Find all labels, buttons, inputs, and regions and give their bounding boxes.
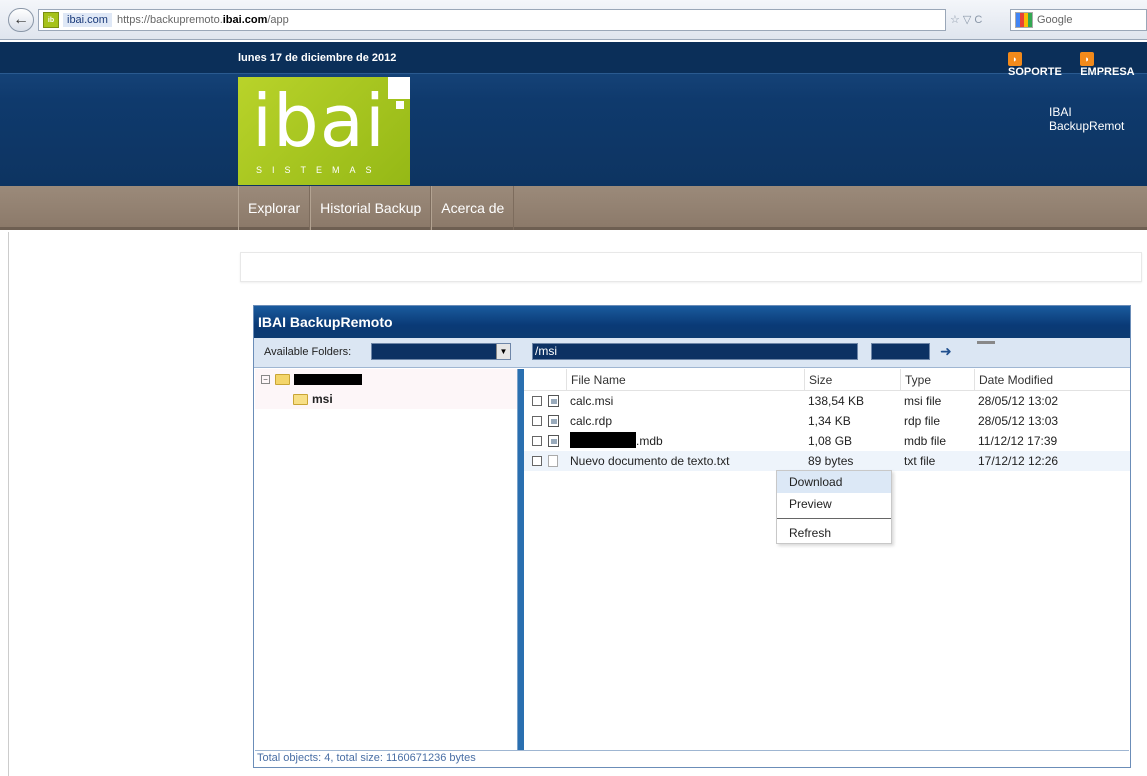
nav-acerca-de[interactable]: Acerca de bbox=[431, 186, 515, 230]
logo-word: ibai bbox=[252, 79, 386, 163]
menu-refresh[interactable]: Refresh bbox=[777, 522, 891, 544]
header-select bbox=[524, 369, 566, 391]
file-name: calc.msi bbox=[570, 394, 614, 408]
redacted-block bbox=[570, 432, 636, 448]
folder-select[interactable]: ▼ bbox=[371, 343, 511, 360]
folder-icon bbox=[275, 373, 290, 385]
company-link[interactable]: ◗EMPRESA bbox=[1080, 51, 1147, 78]
column-size[interactable]: Size bbox=[804, 368, 900, 391]
status-bar: Total objects: 4, total size: 1160671236… bbox=[255, 750, 1129, 766]
tree-node-msi[interactable]: msi bbox=[255, 389, 517, 409]
file-row[interactable]: calc.rdp 1,34 KB rdp file 28/05/12 13:03 bbox=[524, 411, 1130, 431]
logo-corner-small bbox=[396, 101, 404, 109]
file-date: 28/05/12 13:03 bbox=[978, 414, 1059, 428]
row-checkbox[interactable] bbox=[532, 416, 542, 426]
site-header: lunes 17 de diciembre de 2012 ◗SOPORTE ◗… bbox=[0, 42, 1147, 186]
collapse-icon[interactable]: − bbox=[261, 374, 270, 384]
file-name: calc.rdp bbox=[570, 414, 613, 428]
backup-panel: IBAI BackupRemoto Available Folders: ▼ /… bbox=[253, 305, 1131, 768]
file-date: 17/12/12 12:26 bbox=[978, 454, 1059, 468]
nav-historial-backup[interactable]: Historial Backup bbox=[310, 186, 432, 230]
text-file-icon bbox=[548, 455, 558, 467]
row-checkbox[interactable] bbox=[532, 436, 542, 446]
current-date: lunes 17 de diciembre de 2012 bbox=[238, 52, 397, 64]
file-size: 138,54 KB bbox=[808, 394, 865, 408]
row-checkbox[interactable] bbox=[532, 456, 542, 466]
dropdown-arrow-icon[interactable]: ▼ bbox=[496, 344, 510, 359]
site-favicon-icon: ib bbox=[43, 12, 59, 28]
support-link[interactable]: ◗SOPORTE bbox=[1008, 51, 1074, 78]
file-list-header: File Name Size Type Date Modified bbox=[524, 368, 1130, 391]
url-text: https://backupremoto.ibai.com/app bbox=[116, 14, 289, 26]
file-type: txt file bbox=[904, 454, 936, 468]
tree-node-label: msi bbox=[312, 392, 333, 406]
column-type[interactable]: Type bbox=[900, 368, 974, 391]
tree-node-root[interactable]: − bbox=[255, 369, 517, 389]
google-icon[interactable] bbox=[1015, 12, 1033, 28]
rss-icon: ◗ bbox=[1080, 52, 1095, 66]
menu-separator bbox=[777, 518, 891, 519]
row-checkbox[interactable] bbox=[532, 396, 542, 406]
file-type: msi file bbox=[904, 394, 942, 408]
folder-tree: − msi bbox=[255, 369, 517, 751]
date-strip: lunes 17 de diciembre de 2012 ◗SOPORTE ◗… bbox=[0, 42, 1147, 78]
file-date: 11/12/12 17:39 bbox=[978, 434, 1058, 448]
nav-explorar[interactable]: Explorar bbox=[238, 186, 311, 230]
bookmark-reload-icons[interactable]: ☆ ▽ C bbox=[950, 13, 982, 26]
left-border bbox=[8, 232, 9, 776]
panel-toolbar: Available Folders: ▼ /msi ➜ bbox=[254, 338, 1130, 368]
file-date: 28/05/12 13:02 bbox=[978, 394, 1059, 408]
file-type: mdb file bbox=[904, 434, 947, 448]
file-size: 1,34 KB bbox=[808, 414, 851, 428]
file-size: 1,08 GB bbox=[808, 434, 853, 448]
file-icon bbox=[548, 415, 559, 427]
top-links: ◗SOPORTE ◗EMPRESA bbox=[1008, 51, 1147, 78]
file-name: .mdb bbox=[636, 434, 663, 448]
file-icon bbox=[548, 435, 559, 447]
go-arrow-icon[interactable]: ➜ bbox=[940, 343, 952, 360]
file-name-redacted: .mdb bbox=[566, 431, 804, 451]
pane-splitter[interactable] bbox=[517, 369, 524, 751]
back-arrow-icon: ← bbox=[13, 11, 29, 28]
file-row[interactable]: .mdb 1,08 GB mdb file 11/12/12 17:39 bbox=[524, 431, 1130, 451]
address-bar[interactable]: ib ibai.com https://backupremoto.ibai.co… bbox=[38, 9, 946, 31]
file-icon bbox=[548, 395, 559, 407]
content-top-bar bbox=[240, 252, 1142, 282]
file-type: rdp file bbox=[904, 414, 941, 428]
context-menu: Download Preview Refresh bbox=[776, 470, 892, 544]
column-date-modified[interactable]: Date Modified bbox=[974, 368, 1124, 391]
redacted-folder-name bbox=[294, 373, 362, 385]
ibai-logo[interactable]: ibai SISTEMAS bbox=[238, 77, 410, 185]
logo-corner bbox=[388, 77, 410, 99]
column-file-name[interactable]: File Name bbox=[566, 368, 804, 391]
main-nav: Explorar Historial Backup Acerca de bbox=[0, 186, 1147, 230]
file-size: 89 bytes bbox=[808, 454, 854, 468]
rss-icon: ◗ bbox=[1008, 52, 1022, 66]
site-identity[interactable]: ibai.com bbox=[63, 13, 112, 27]
file-row-selected[interactable]: Nuevo documento de texto.txt 89 bytes tx… bbox=[524, 451, 1130, 471]
file-name: Nuevo documento de texto.txt bbox=[570, 454, 730, 468]
search-box[interactable]: Google bbox=[1010, 9, 1147, 31]
logo-subtitle: SISTEMAS bbox=[256, 165, 382, 175]
file-row[interactable]: calc.msi 138,54 KB msi file 28/05/12 13:… bbox=[524, 391, 1130, 411]
search-placeholder: Google bbox=[1037, 14, 1073, 26]
path-input[interactable]: /msi bbox=[532, 343, 858, 360]
panel-title: IBAI BackupRemoto bbox=[254, 306, 1130, 338]
browser-toolbar: ← ib ibai.com https://backupremoto.ibai.… bbox=[0, 0, 1147, 40]
app-title: IBAI BackupRemot bbox=[1049, 105, 1125, 133]
available-folders-label: Available Folders: bbox=[264, 346, 352, 358]
minimize-icon[interactable] bbox=[977, 341, 995, 344]
open-folder-icon bbox=[293, 393, 308, 405]
menu-preview[interactable]: Preview bbox=[777, 493, 891, 515]
file-list: File Name Size Type Date Modified calc.m… bbox=[524, 368, 1130, 751]
back-button[interactable]: ← bbox=[8, 8, 34, 32]
menu-download[interactable]: Download bbox=[777, 471, 891, 493]
filter-input[interactable] bbox=[871, 343, 930, 360]
